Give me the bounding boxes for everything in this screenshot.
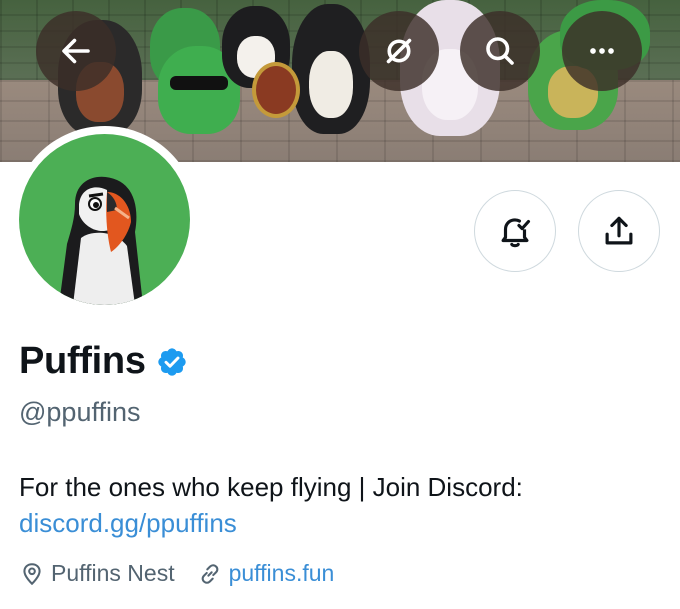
share-upload-icon: [605, 216, 633, 245]
profile-location: Puffins Nest: [19, 560, 175, 587]
location-pin-icon: [23, 562, 41, 585]
search-button[interactable]: [460, 11, 540, 91]
bio-discord-link[interactable]: discord.gg/ppuffins: [19, 505, 659, 541]
puffin-avatar-art: [59, 176, 143, 305]
bell-check-icon: [501, 218, 531, 248]
more-button[interactable]: [562, 11, 642, 91]
share-button[interactable]: [578, 190, 660, 272]
bio-text: For the ones who keep flying | Join Disc…: [19, 472, 523, 502]
more-horizontal-icon: [590, 48, 614, 54]
profile-name-row: Puffins: [19, 340, 188, 383]
banner-character: [292, 4, 370, 134]
verified-badge-icon[interactable]: [156, 346, 188, 378]
profile-meta: Puffins Nest puffins.fun: [19, 560, 356, 587]
profile-bio: For the ones who keep flying | Join Disc…: [19, 469, 659, 541]
hide-banner-button[interactable]: [359, 11, 439, 91]
profile-handle: @ppuffins: [19, 397, 141, 427]
display-name: Puffins: [19, 340, 146, 382]
avatar[interactable]: [19, 134, 190, 305]
eye-slash-icon: [386, 38, 412, 64]
website-link[interactable]: puffins.fun: [229, 560, 335, 587]
banner-shield: [252, 62, 300, 118]
location-text: Puffins Nest: [51, 560, 175, 586]
profile-website[interactable]: puffins.fun: [197, 560, 335, 587]
arrow-left-icon: [62, 38, 90, 64]
link-icon: [201, 563, 218, 584]
notify-button[interactable]: [474, 190, 556, 272]
back-button[interactable]: [36, 11, 116, 91]
search-icon: [486, 37, 514, 65]
